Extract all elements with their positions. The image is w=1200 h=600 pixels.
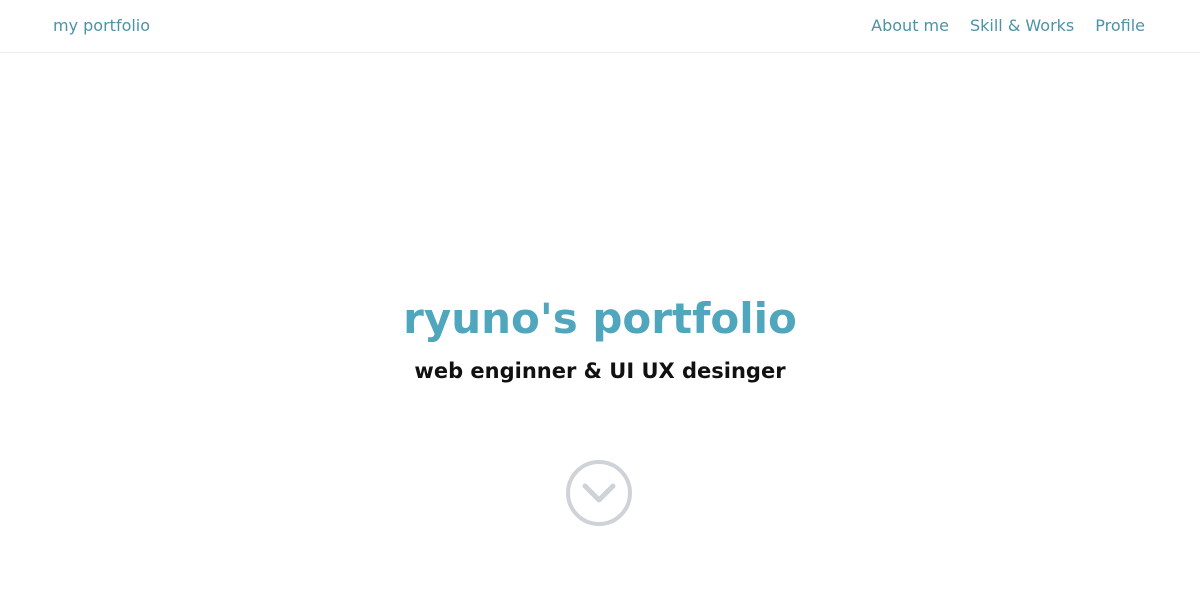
hero-section: ryuno's portfolio web enginner & UI UX d… [0,53,1200,600]
chevron-down-circle-icon [566,460,632,526]
nav-skill-works[interactable]: Skill & Works [970,15,1074,37]
hero-subtitle: web enginner & UI UX desinger [414,359,786,383]
scroll-down-button[interactable] [565,459,633,527]
main-nav: About me Skill & Works Profile [871,15,1145,37]
hero-title: ryuno's portfolio [403,294,797,343]
nav-profile[interactable]: Profile [1095,15,1145,37]
brand-link[interactable]: my portfolio [53,15,150,37]
nav-about-me[interactable]: About me [871,15,949,37]
top-navbar: my portfolio About me Skill & Works Prof… [0,0,1200,53]
